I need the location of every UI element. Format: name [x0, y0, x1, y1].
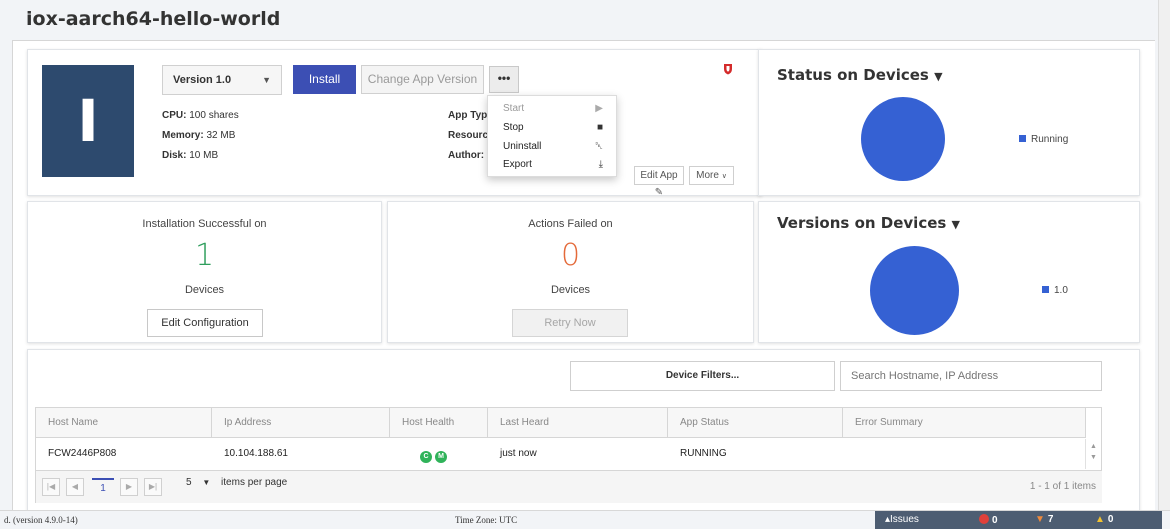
- cpu-spec: CPU: 100 shares: [162, 110, 239, 121]
- app-tile-letter: I: [77, 87, 99, 155]
- timezone-text: Time Zone: UTC: [455, 515, 518, 525]
- next-page-button[interactable]: ▶: [120, 478, 138, 496]
- legend-item: Running: [1019, 134, 1068, 145]
- versions-pie-slice-1-0[interactable]: [870, 246, 959, 335]
- legend-swatch: [1042, 286, 1049, 293]
- chevron-down-icon: ∨: [721, 173, 727, 180]
- card-title: Versions on Devices ▼: [777, 214, 961, 232]
- cell-error-summary: [843, 439, 855, 469]
- chevron-down-icon: ▼: [262, 75, 271, 85]
- health-m-icon: M: [435, 451, 447, 463]
- device-filters-button[interactable]: Device Filters...: [570, 361, 835, 391]
- column-header-host-name[interactable]: Host Name: [36, 408, 212, 438]
- version-select-value: Version 1.0: [173, 74, 232, 86]
- column-header-last-heard[interactable]: Last Heard: [488, 408, 668, 438]
- app-actions-menu: Start ▶ Stop ■ Uninstall ␡ Export ⤓: [487, 95, 617, 177]
- retry-now-button[interactable]: Retry Now: [512, 309, 628, 337]
- shield-icon: [723, 62, 733, 80]
- search-input[interactable]: [840, 361, 1102, 391]
- spec-value: 10 MB: [189, 150, 219, 161]
- download-icon: ⤓: [598, 159, 603, 170]
- failed-count: 0: [560, 238, 581, 273]
- stat-unit: Devices: [184, 284, 225, 296]
- install-button[interactable]: Install: [293, 65, 356, 94]
- cell-host-name: FCW2446P808: [48, 448, 117, 459]
- actions-failed-card: Actions Failed on 0 Devices Retry Now: [387, 201, 754, 343]
- health-c-icon: C: [420, 451, 432, 463]
- column-header-app-status[interactable]: App Status: [668, 408, 843, 438]
- page-size-label: items per page: [221, 477, 288, 488]
- alert-count[interactable]: ▲ 0: [1095, 514, 1113, 525]
- page-number[interactable]: 1: [92, 478, 114, 496]
- app-type-label: App Typ: [448, 110, 488, 121]
- memory-spec: Memory: 32 MB: [162, 130, 235, 141]
- prev-page-button[interactable]: ◀: [66, 478, 84, 496]
- filter-icon[interactable]: ▼: [952, 218, 960, 231]
- spec-label: CPU:: [162, 110, 187, 121]
- trash-icon: ␡: [595, 141, 603, 152]
- page-size-select[interactable]: 5 ▼ items per page: [186, 477, 287, 488]
- grid-scrollbar[interactable]: ▲ ▼: [1085, 439, 1101, 469]
- change-app-version-button[interactable]: Change App Version: [361, 65, 484, 94]
- last-page-button[interactable]: ▶|: [144, 478, 162, 496]
- stat-unit: Devices: [550, 284, 591, 296]
- edit-configuration-button[interactable]: Edit Configuration: [147, 309, 263, 337]
- issues-label[interactable]: ▴Issues: [885, 514, 919, 525]
- pencil-icon: ✎: [654, 187, 664, 198]
- spec-label: Disk:: [162, 150, 187, 161]
- version-select[interactable]: Version 1.0 ▼: [162, 65, 282, 95]
- app-tile: I: [42, 65, 134, 177]
- status-pie-slice-running[interactable]: [861, 97, 945, 181]
- spec-value: 32 MB: [206, 130, 236, 141]
- stat-label: Installation Successful on: [142, 218, 267, 230]
- device-grid: Host Name Ip Address Host Health Last He…: [35, 407, 1102, 503]
- grid-header: Host Name Ip Address Host Health Last He…: [36, 408, 1086, 438]
- status-on-devices-card: Status on Devices ▼ Running: [758, 49, 1140, 196]
- more-actions-button[interactable]: •••: [489, 66, 519, 93]
- versions-on-devices-card: Versions on Devices ▼ 1.0: [758, 201, 1140, 343]
- pager-info: 1 - 1 of 1 items: [1029, 481, 1096, 492]
- column-header-host-health[interactable]: Host Health: [390, 408, 488, 438]
- more-button[interactable]: More ∨: [689, 166, 734, 185]
- filter-icon[interactable]: ▼: [934, 70, 942, 83]
- column-header-ip-address[interactable]: Ip Address: [212, 408, 390, 438]
- menu-item-start[interactable]: Start ▶: [503, 103, 603, 119]
- menu-item-stop[interactable]: Stop ■: [503, 122, 603, 138]
- page-title: iox-aarch64-hello-world: [26, 8, 281, 30]
- warning-icon: ▼: [1035, 514, 1045, 525]
- edit-app-button[interactable]: Edit App ✎: [634, 166, 684, 198]
- alert-icon: ▲: [1095, 514, 1105, 525]
- installation-successful-card: Installation Successful on 1 Devices Edi…: [27, 201, 382, 343]
- footer: d. (version 4.9.0-14) Time Zone: UTC ▴Is…: [0, 510, 1170, 529]
- play-icon: ▶: [595, 103, 603, 114]
- card-title: Status on Devices ▼: [777, 66, 943, 84]
- error-count[interactable]: 0: [979, 514, 998, 526]
- version-text: d. (version 4.9.0-14): [4, 515, 78, 525]
- cell-ip-address: 10.104.188.61: [224, 448, 288, 459]
- cell-last-heard: just now: [500, 448, 537, 459]
- warning-count[interactable]: ▼ 7: [1035, 514, 1053, 525]
- menu-item-export[interactable]: Export ⤓: [503, 159, 603, 175]
- issues-bar[interactable]: ▴Issues 0 ▼ 7 ▲ 0: [875, 511, 1162, 529]
- pager: |◀ ◀ 1 ▶ ▶| 5 ▼ items per page 1 - 1 of …: [36, 470, 1102, 503]
- app-info-card: I Version 1.0 ▼ Install Change App Versi…: [27, 49, 762, 198]
- column-header-error-summary[interactable]: Error Summary: [843, 408, 1086, 438]
- cell-host-health: CM: [408, 439, 450, 469]
- chevron-down-icon: ▼: [202, 478, 211, 487]
- cell-app-status: RUNNING: [680, 448, 727, 459]
- legend-swatch: [1019, 135, 1026, 142]
- stop-icon: ■: [596, 122, 603, 133]
- installed-count: 1: [194, 238, 215, 273]
- page-scrollbar[interactable]: [1158, 0, 1170, 510]
- legend-item: 1.0: [1042, 285, 1068, 296]
- stat-label: Actions Failed on: [528, 218, 613, 230]
- disk-spec: Disk: 10 MB: [162, 150, 218, 161]
- author-label: Author:: [448, 150, 485, 161]
- first-page-button[interactable]: |◀: [42, 478, 60, 496]
- error-icon: [979, 514, 989, 524]
- menu-item-uninstall[interactable]: Uninstall ␡: [503, 141, 603, 157]
- spec-label: Memory:: [162, 130, 204, 141]
- spec-value: 100 shares: [189, 110, 239, 121]
